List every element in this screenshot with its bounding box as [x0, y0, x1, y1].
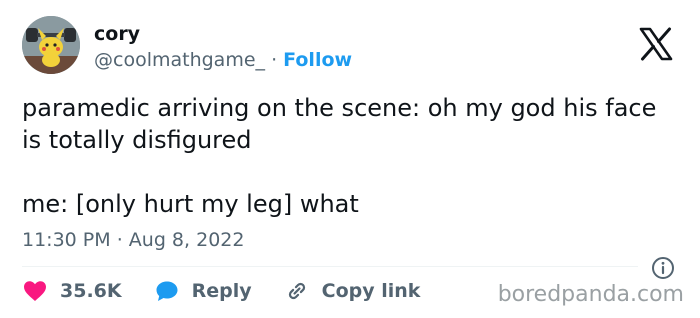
author-handle[interactable]: @coolmathgame_ [94, 49, 265, 71]
reply-bubble-icon [156, 281, 178, 301]
author-handle-row: @coolmathgame_ · Follow [94, 48, 352, 72]
avatar[interactable] [22, 16, 80, 74]
pikachu-avatar-image [22, 16, 80, 74]
timestamp-time: 11:30 PM [22, 229, 111, 251]
tweet-actions: 35.6K Reply Copy link [22, 278, 452, 304]
timestamp[interactable]: 11:30 PM · Aug 8, 2022 [22, 228, 244, 252]
like-count: 35.6K [60, 280, 122, 302]
copy-link-button[interactable]: Copy link [284, 279, 421, 303]
x-logo-icon[interactable] [636, 24, 676, 64]
reply-button[interactable]: Reply [154, 279, 252, 303]
divider [22, 266, 638, 267]
copy-link-label: Copy link [321, 280, 421, 302]
link-icon [288, 282, 305, 300]
timestamp-date: Aug 8, 2022 [128, 229, 245, 251]
heart-icon [24, 281, 46, 301]
author-name[interactable]: cory [94, 22, 140, 46]
follow-button[interactable]: Follow [283, 49, 352, 71]
reply-label: Reply [191, 280, 252, 302]
tweet-text: paramedic arriving on the scene: oh my g… [22, 92, 682, 220]
handle-separator: · [271, 49, 278, 71]
watermark: boredpanda.com [497, 282, 684, 307]
info-icon[interactable] [651, 256, 675, 280]
tweet-line-2: me: [only hurt my leg] what [22, 190, 359, 218]
timestamp-separator: · [116, 229, 123, 251]
like-button[interactable]: 35.6K [22, 279, 122, 303]
tweet-line-1: paramedic arriving on the scene: oh my g… [22, 94, 657, 154]
